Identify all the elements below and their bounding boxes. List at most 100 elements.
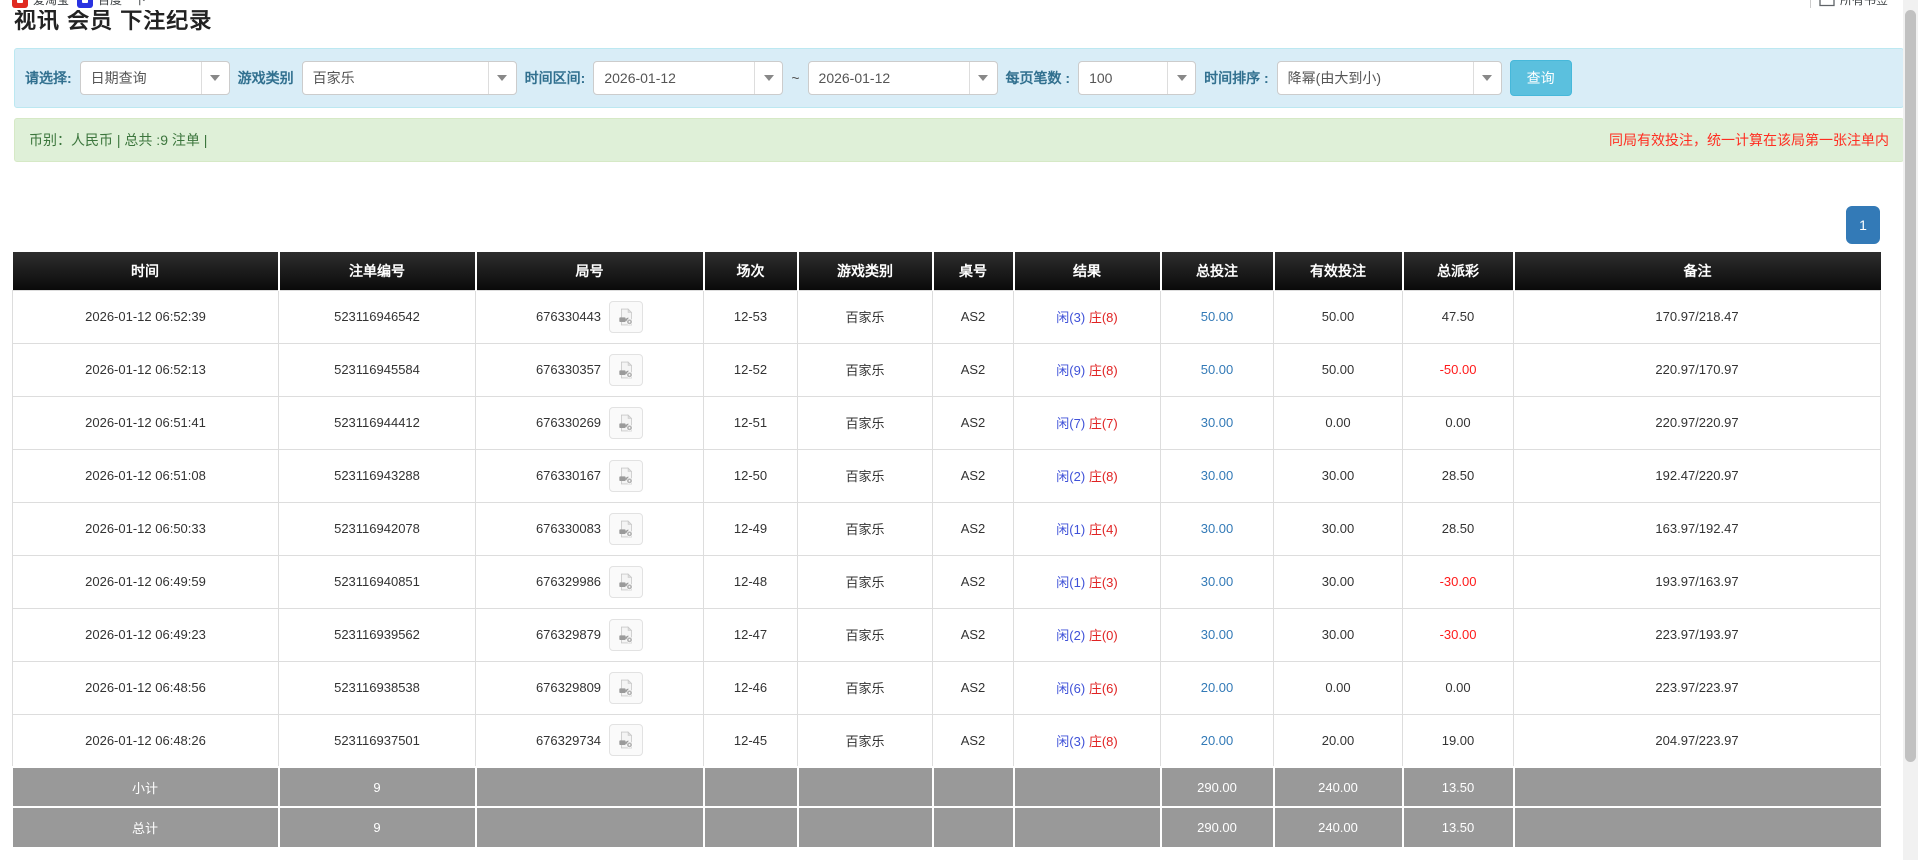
round-number: 676330269 [535,415,602,430]
page-size-label: 每页笔数 : [1005,70,1071,86]
banker-result: 庄(8) [1088,733,1118,749]
video-replay-button[interactable] [609,565,644,598]
payout-cell: 0.00 [1402,395,1514,450]
player-result: 闲(2) [1056,628,1086,643]
result-cell: 闲(9) 庄(8) [1013,342,1161,397]
column-header: 场次 [703,252,799,290]
sort-label: 时间排序 : [1204,70,1269,86]
video-replay-button[interactable] [609,724,644,757]
pagination: 1 [0,206,1880,244]
video-replay-button[interactable] [609,459,644,492]
total-bet-link[interactable]: 30.00 [1201,521,1234,536]
game-type-select[interactable]: 百家乐 [301,61,517,95]
folder-icon [1819,0,1835,6]
time-cell: 2026-01-12 06:51:41 [12,395,279,450]
chevron-down-icon [200,62,229,94]
video-replay-button[interactable] [609,618,644,651]
video-replay-button[interactable] [609,512,644,545]
blue-bookmark-icon [77,0,94,8]
round-cell: 676330443 [475,289,704,344]
video-replay-button[interactable] [609,671,644,704]
page-button-1[interactable]: 1 [1846,206,1880,244]
total-bet-link[interactable]: 50.00 [1201,362,1234,377]
bet-number-cell: 523116940851 [278,554,476,609]
total-payout: 13.50 [1402,806,1515,847]
subtotal-total-bet: 290.00 [1160,766,1275,807]
total-bet-link[interactable]: 30.00 [1201,468,1234,483]
sort-select[interactable]: 降幂(由大到小) [1276,61,1502,95]
query-button[interactable]: 查询 [1509,60,1572,96]
valid-bet-cell: 20.00 [1273,713,1403,768]
result-cell: 闲(1) 庄(3) [1013,554,1161,609]
all-bookmarks-item[interactable]: 所有书签 [1819,0,1888,8]
round-number: 676329986 [535,574,602,589]
empty-cell [1013,806,1162,847]
date-from-select[interactable]: 2026-01-12 [593,61,784,95]
total-bet-cell: 30.00 [1160,501,1274,556]
query-type-value: 日期查询 [90,70,147,86]
table-row: 2026-01-12 06:49:59 523116940851 6763299… [12,554,1881,609]
page-title: 视讯 会员 下注纪录 [14,10,213,33]
bookmark-item[interactable]: 爱淘宝 [12,0,69,8]
payout-cell: -30.00 [1402,607,1514,662]
query-type-select[interactable]: 日期查询 [79,61,230,95]
empty-cell [797,806,934,847]
table-number-cell: AS2 [932,607,1014,662]
round-number: 676329734 [535,732,602,748]
range-separator: ~ [791,70,800,86]
chevron-down-icon [1472,62,1501,94]
round-cell: 676330083 [475,501,704,556]
total-bet-cell: 30.00 [1160,554,1274,609]
page-size-select[interactable]: 100 [1078,61,1197,95]
session-cell: 12-51 [703,395,798,450]
column-header: 有效投注 [1273,252,1404,290]
table-header-row: 时间 注单编号 局号 场次 游戏类别 桌号 结果 总投注 有效投注 总派彩 备注 [12,252,1881,290]
valid-bet-cell: 30.00 [1273,448,1403,503]
currency-total-text: 币别：人民币 | 总共 :9 注单 | [29,132,208,148]
query-type-label: 请选择: [25,70,72,86]
remark-cell: 170.97/218.47 [1513,289,1881,344]
bookmark-item[interactable]: 百度一下 [77,0,146,8]
total-bet-link[interactable]: 20.00 [1201,733,1234,748]
round-number: 676329809 [535,680,602,695]
round-number: 676330357 [535,362,602,377]
game-type-label: 游戏类别 [237,70,294,86]
empty-cell [1513,766,1881,807]
date-to-select[interactable]: 2026-01-12 [807,61,998,95]
result-cell: 闲(3) 庄(8) [1013,713,1161,768]
scrollbar-thumb[interactable] [1905,10,1916,762]
table-number-cell: AS2 [932,342,1014,397]
table-body: 2026-01-12 06:52:39 523116946542 6763304… [12,289,1881,768]
time-cell: 2026-01-12 06:48:26 [12,713,279,768]
total-bet-link[interactable]: 50.00 [1201,309,1234,324]
remark-cell: 220.97/220.97 [1513,395,1881,450]
video-replay-button[interactable] [609,353,644,386]
total-bet-cell: 20.00 [1160,660,1274,715]
video-file-icon [619,307,633,325]
total-label: 总计 [12,806,280,847]
chevron-down-icon [1167,62,1195,94]
video-replay-button[interactable] [609,300,644,333]
total-bet-link[interactable]: 20.00 [1201,680,1234,695]
total-count: 9 [278,806,477,847]
total-bet-link[interactable]: 30.00 [1201,574,1234,589]
total-bet-link[interactable]: 30.00 [1201,415,1234,430]
table-row: 2026-01-12 06:50:33 523116942078 6763300… [12,501,1881,556]
payout-cell: -50.00 [1402,342,1514,397]
bookmark-label: 爱淘宝 [33,0,70,7]
table-row: 2026-01-12 06:48:26 523116937501 6763297… [12,713,1881,768]
round-cell: 676329734 [475,713,704,768]
all-bookmarks-label: 所有书签 [1839,0,1888,7]
total-bet-link[interactable]: 30.00 [1201,627,1234,642]
table-number-cell: AS2 [932,448,1014,503]
table-number-cell: AS2 [932,554,1014,609]
player-result: 闲(1) [1056,575,1086,590]
time-cell: 2026-01-12 06:50:33 [12,501,279,556]
remark-cell: 163.97/192.47 [1513,501,1881,556]
empty-cell [932,766,1015,807]
page-size-value: 100 [1089,70,1113,86]
time-cell: 2026-01-12 06:48:56 [12,660,279,715]
video-file-icon [619,572,633,590]
video-replay-button[interactable] [609,406,644,439]
round-number: 676330083 [535,521,602,536]
